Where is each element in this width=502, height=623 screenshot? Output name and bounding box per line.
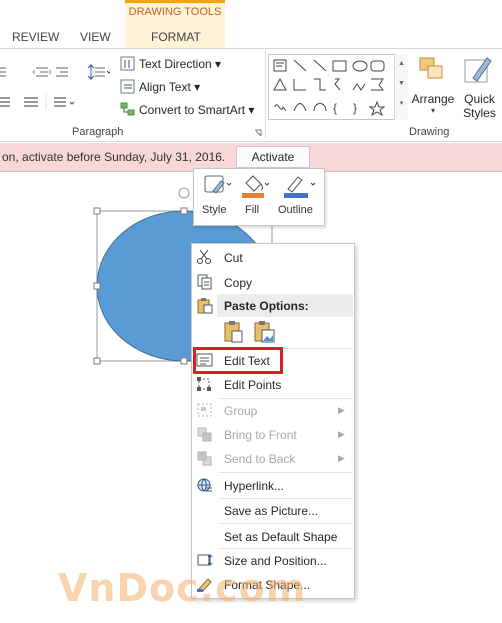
menu-separator xyxy=(219,472,353,473)
menu-item-group[interactable]: Group xyxy=(224,404,257,418)
submenu-arrow-icon: ▶ xyxy=(338,405,345,415)
gallery-scroll[interactable]: ▲ ▼ ▾ xyxy=(394,54,408,120)
align-text-label: Align Text xyxy=(139,80,191,94)
menu-separator xyxy=(219,398,353,399)
dialog-launcher-icon[interactable] xyxy=(254,129,262,137)
group-icon xyxy=(197,403,212,417)
align-text-button[interactable]: Align Text ▾ xyxy=(139,80,200,94)
convert-smartart-button[interactable]: Convert to SmartArt ▾ xyxy=(139,103,254,117)
notification-message: on, activate before Sunday, July 31, 201… xyxy=(2,150,226,164)
gallery-up-icon[interactable]: ▲ xyxy=(395,54,408,74)
vndoc-watermark-logo: VnDoc.com xyxy=(58,566,307,610)
menu-item-save-as-picture[interactable]: Save as Picture... xyxy=(224,504,318,518)
shapes-gallery[interactable]: { } xyxy=(268,54,407,120)
svg-text:}: } xyxy=(353,101,357,115)
menu-item-set-default-shape[interactable]: Set as Default Shape xyxy=(224,530,337,544)
arrange-label: Arrange xyxy=(411,92,455,106)
align-text-icon xyxy=(120,79,135,94)
menu-separator xyxy=(219,523,353,524)
style-icon xyxy=(204,175,232,194)
menu-item-paste-options: Paste Options: xyxy=(224,299,309,313)
quick-styles-icon xyxy=(464,57,492,83)
resize-handle[interactable] xyxy=(93,282,101,290)
paragraph-controls-icon[interactable] xyxy=(0,62,110,112)
outline-pen-icon xyxy=(284,176,316,198)
menu-item-bring-to-front[interactable]: Bring to Front xyxy=(224,428,297,442)
paragraph-group-label: Paragraph xyxy=(72,126,124,138)
hyperlink-icon xyxy=(197,478,212,492)
submenu-arrow-icon: ▶ xyxy=(338,453,345,463)
resize-handle[interactable] xyxy=(180,357,188,365)
shapes-gallery-icons: { } xyxy=(273,59,386,117)
contextual-tab-group-label: DRAWING TOOLS xyxy=(128,6,222,18)
resize-handle[interactable] xyxy=(180,207,188,215)
activate-button[interactable]: Activate xyxy=(236,146,310,168)
arrange-dropdown-icon: ▾ xyxy=(430,106,435,115)
drawing-group-label: Drawing xyxy=(409,126,450,138)
send-back-icon xyxy=(197,451,212,466)
resize-handle[interactable] xyxy=(93,207,101,215)
paste-as-picture-icon[interactable] xyxy=(252,320,276,344)
fill-bucket-icon xyxy=(242,175,270,198)
gallery-down-icon[interactable]: ▼ xyxy=(395,74,408,94)
paste-icon xyxy=(197,298,213,314)
outline-label: Outline xyxy=(278,204,313,216)
arrange-icon xyxy=(419,57,443,79)
quick-styles-label-2: Styles xyxy=(463,106,496,120)
paste-keep-formatting-icon[interactable] xyxy=(222,320,244,344)
quick-styles-label-1: Quick xyxy=(464,92,495,106)
smartart-icon xyxy=(120,102,135,116)
tab-format[interactable]: FORMAT xyxy=(151,30,201,44)
ribbon-tab-bar xyxy=(0,0,502,48)
submenu-arrow-icon: ▶ xyxy=(338,429,345,439)
arrange-button[interactable]: Arrange ▾ xyxy=(410,52,456,120)
quick-styles-button[interactable]: Quick Styles xyxy=(457,52,502,124)
resize-handle[interactable] xyxy=(93,357,101,365)
text-direction-button[interactable]: Text Direction ▾ xyxy=(139,57,221,71)
rotate-handle-icon[interactable] xyxy=(178,187,190,199)
menu-item-send-to-back[interactable]: Send to Back xyxy=(224,452,295,466)
svg-text:{: { xyxy=(333,101,337,115)
text-direction-label: Text Direction xyxy=(139,57,212,71)
menu-item-edit-points[interactable]: Edit Points xyxy=(224,378,281,392)
tab-review[interactable]: REVIEW xyxy=(12,30,59,44)
menu-separator xyxy=(219,498,353,499)
edit-points-icon xyxy=(197,377,211,391)
bring-front-icon xyxy=(197,427,212,442)
style-label: Style xyxy=(202,204,227,216)
menu-item-copy[interactable]: Copy xyxy=(224,276,252,290)
highlight-box xyxy=(193,347,283,374)
menu-separator xyxy=(219,548,353,549)
group-separator xyxy=(265,50,266,138)
fill-label: Fill xyxy=(245,204,260,216)
copy-icon xyxy=(197,274,212,290)
tab-view[interactable]: VIEW xyxy=(80,30,111,44)
text-direction-icon xyxy=(120,56,135,71)
scissors-icon xyxy=(197,249,211,264)
menu-item-cut[interactable]: Cut xyxy=(224,251,243,265)
convert-smartart-label: Convert to SmartArt xyxy=(139,103,246,117)
menu-item-hyperlink[interactable]: Hyperlink... xyxy=(224,479,284,493)
gallery-more-icon[interactable]: ▾ xyxy=(395,94,408,114)
